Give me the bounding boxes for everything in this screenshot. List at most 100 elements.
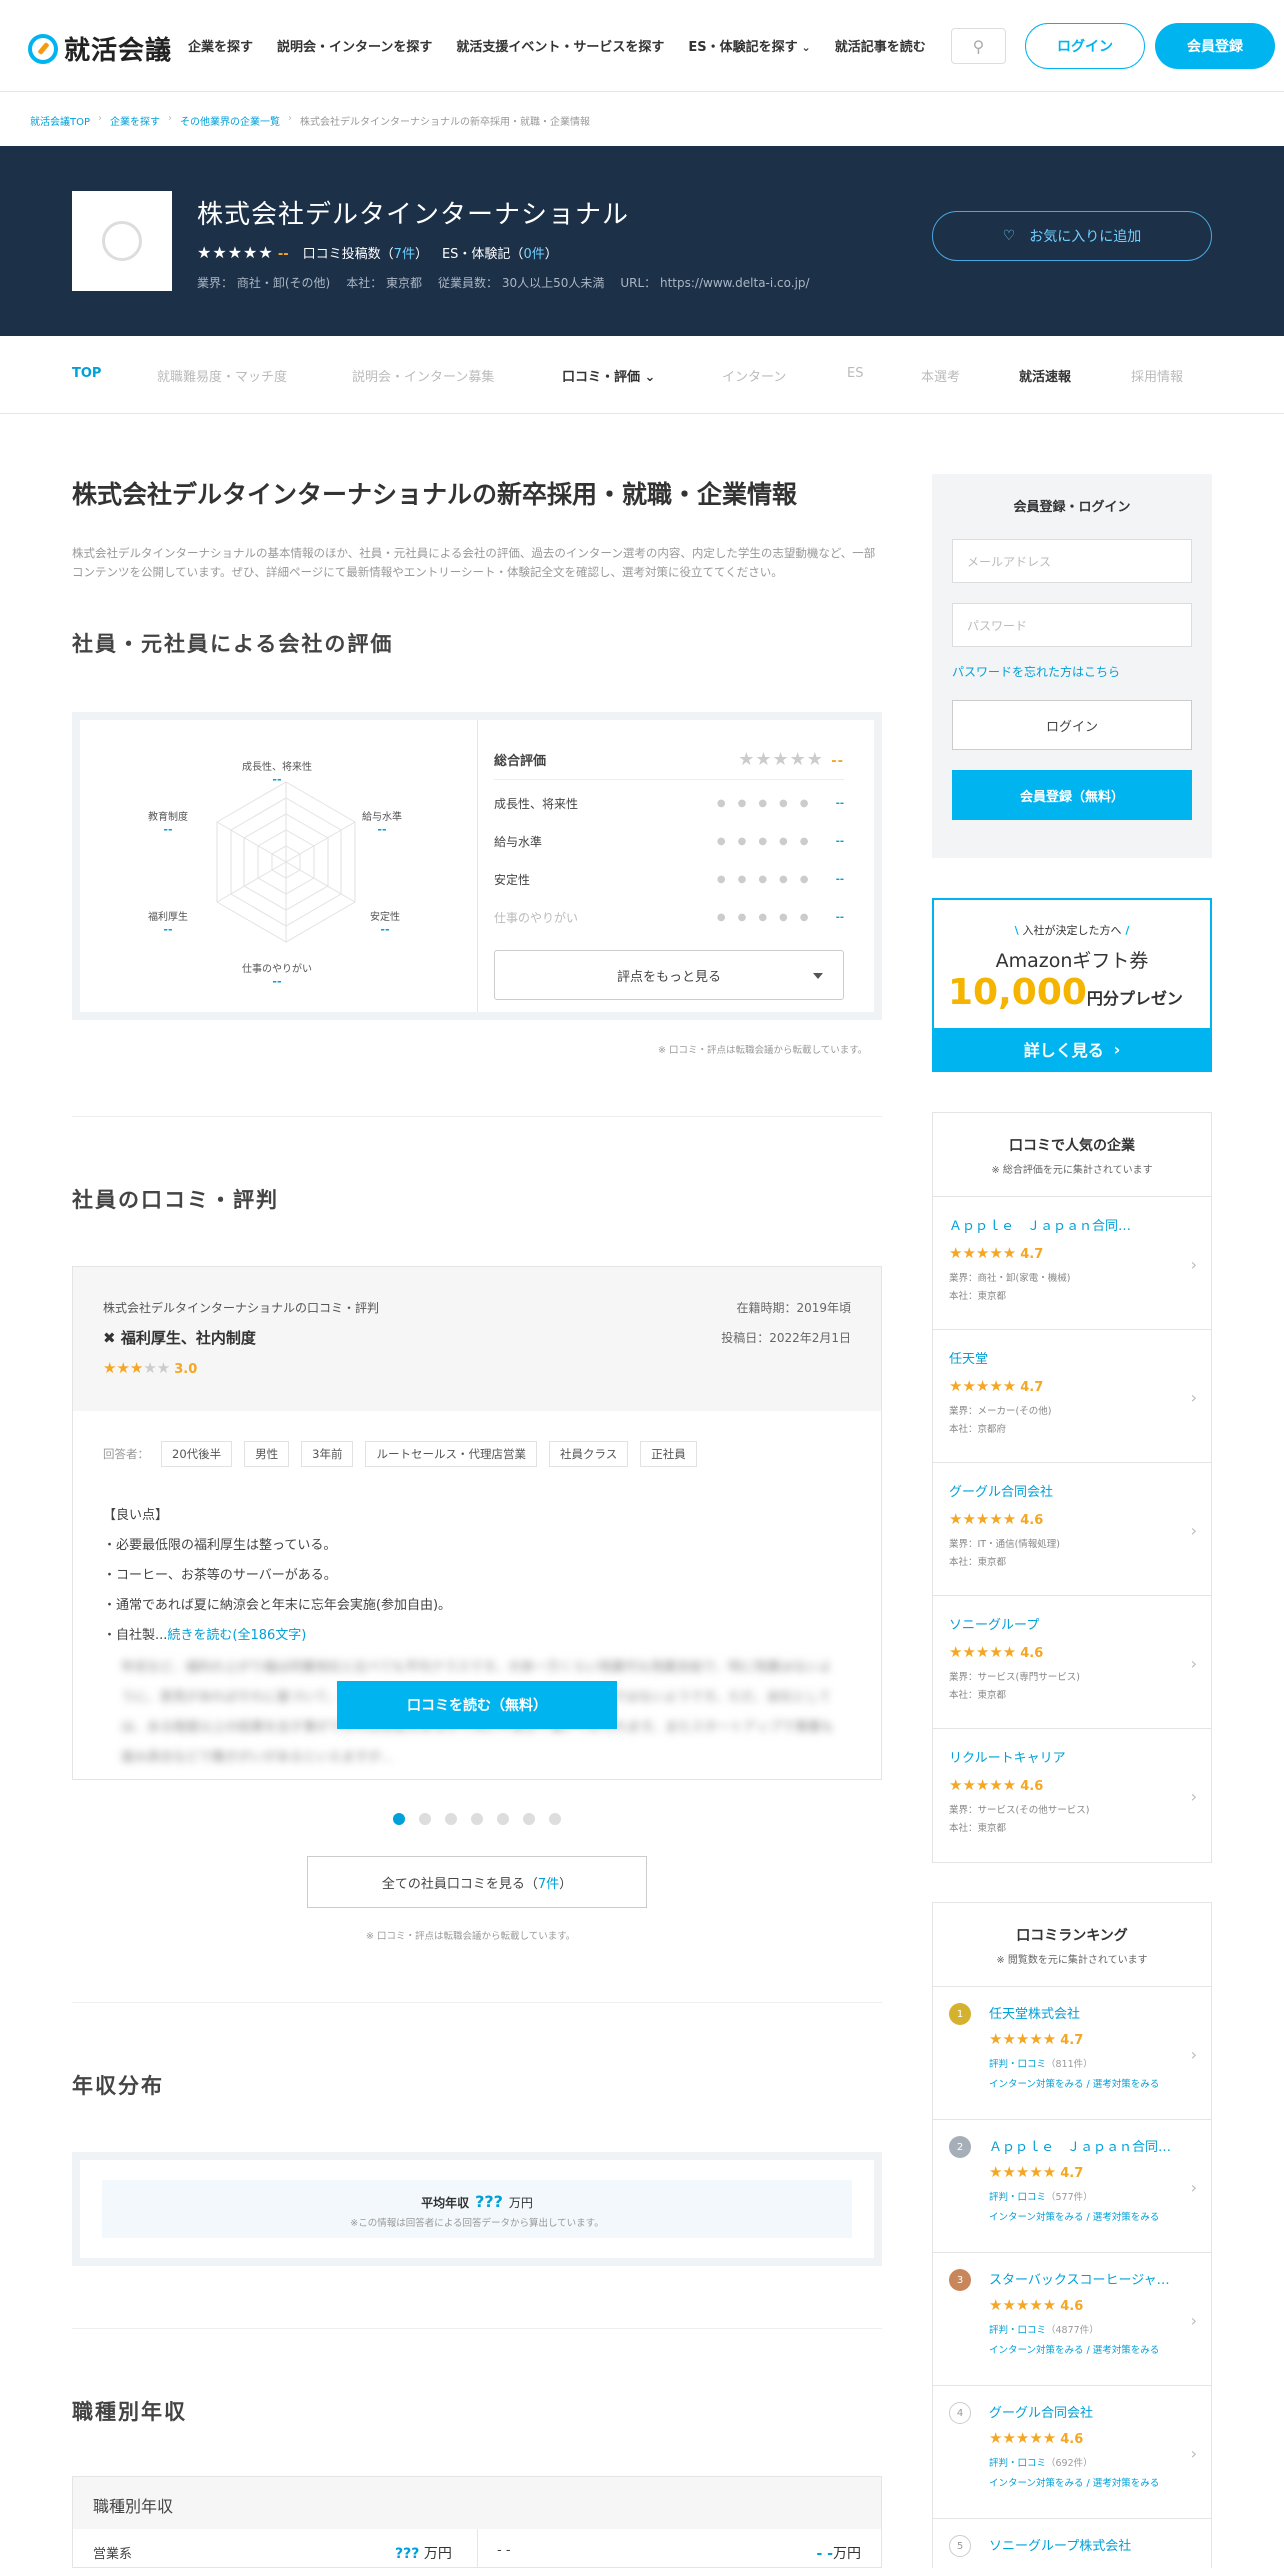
favorite-button[interactable]: ♡ お気に入りに追加 [932, 211, 1212, 261]
score-row: 仕事のやりがい ●●●●● -- [494, 910, 844, 925]
pager-dot[interactable] [393, 1813, 405, 1825]
login-button[interactable]: ログイン [1025, 23, 1145, 69]
pager-dot[interactable] [419, 1813, 431, 1825]
chevron-right-icon: › [1113, 1039, 1121, 1059]
breadcrumb-companies[interactable]: 企業を探す [110, 113, 160, 128]
tab-recruit[interactable]: 採用情報 [1131, 366, 1183, 385]
pager-dot[interactable] [549, 1813, 561, 1825]
list-item[interactable]: Ａｐｐｌｅ Ｊａｐａｎ合同… ★★★★★ 4.7 業界：商社・卸(家電・機械) 本… [933, 1197, 1211, 1330]
chevron-right-icon: › [1190, 1521, 1197, 1540]
list-item[interactable]: 4 グーグル合同会社 ★★★★★ 4.6 評判・口コミ（692件） インターン対策… [933, 2386, 1211, 2519]
company-tabs: TOP 就職難易度・マッチ度 説明会・インターン募集 口コミ・評価 ⌄ インター… [0, 336, 1284, 414]
chevron-right-icon: › [1190, 1388, 1197, 1407]
tab-seminars[interactable]: 説明会・インターン募集 [352, 366, 494, 385]
list-item[interactable]: 任天堂 ★★★★★ 4.7 業界：メーカー(その他) 本社：京都府 › [933, 1330, 1211, 1463]
search-button[interactable]: ⚲ [951, 28, 1006, 64]
review-heading: 社員の口コミ・評判 [72, 1188, 279, 1212]
list-item[interactable]: 2 Ａｐｐｌｅ Ｊａｐａｎ合同… ★★★★★ 4.7 評判・口コミ（577件） イ… [933, 2120, 1211, 2253]
sidebar-register-button[interactable]: 会員登録（無料） [952, 770, 1192, 820]
rank-badge: 2 [949, 2136, 971, 2158]
read-review-button[interactable]: 口コミを読む（無料） [337, 1681, 617, 1729]
star-rating-icon: ★★★★★ 4.6 [949, 1643, 1044, 1661]
score-row: 安定性 ●●●●● -- [494, 872, 844, 887]
chevron-right-icon: › [1190, 1787, 1197, 1806]
tab-news[interactable]: 就活速報 [1019, 366, 1071, 385]
amazon-gift-banner[interactable]: 入社が決定した方へ Amazonギフト券 10,000円分プレゼント！ 詳しく見… [932, 898, 1212, 1072]
chevron-right-icon: › [1190, 1654, 1197, 1673]
job-income-table: 職種別年収 営業系 ??? 万円 - - - -万円 [72, 2476, 882, 2568]
company-rating: ★★★★★ -- [197, 243, 289, 262]
radar-label-worth: 仕事のやりがい -- [242, 964, 312, 988]
heart-icon: ♡ [1002, 228, 1016, 244]
chevron-right-icon: › [1190, 2178, 1197, 2197]
rank-badge: 1 [949, 2003, 971, 2025]
breadcrumb-top[interactable]: 就活会議TOP [30, 113, 90, 128]
ranking-title: 口コミランキング [1016, 1928, 1128, 1944]
review-posted: 投稿日：2022年2月1日 [721, 1331, 851, 1345]
job-income-heading: 職種別年収 [72, 2400, 187, 2424]
company-stats: ★★★★★ -- 口コミ投稿数（7件） ES・体験記（0件） [197, 243, 558, 262]
more-scores-button[interactable]: 評点をもっと見る [494, 950, 844, 1000]
nav-articles[interactable]: 就活記事を読む [835, 36, 926, 55]
chip: 3年前 [301, 1441, 354, 1467]
es-count[interactable]: ES・体験記（0件） [442, 243, 558, 262]
respondent-chips: 回答者： 20代後半 男性 3年前 ルートセールス・代理店営業 社員クラス 正社… [103, 1441, 697, 1467]
breadcrumb-separator-icon: › [168, 113, 173, 124]
site-header: 就活会議 企業を探す 説明会・インターンを探す 就活支援イベント・サービスを探す… [0, 0, 1284, 92]
nav-companies[interactable]: 企業を探す [188, 36, 253, 55]
nav-seminars[interactable]: 説明会・インターンを探す [277, 36, 432, 55]
pager-dot[interactable] [497, 1813, 509, 1825]
list-item[interactable]: リクルートキャリア ★★★★★ 4.6 業界：サービス(その他サービス) 本社：東… [933, 1729, 1211, 1862]
star-rating-icon: ★★★★★ [197, 243, 274, 262]
score-dots: ●●●●● -- [716, 797, 844, 809]
read-more-link[interactable]: 続きを読む(全186文字) [167, 1628, 306, 1643]
tab-es[interactable]: ES [847, 366, 863, 381]
company-hq: 本社： 東京都 [346, 276, 423, 290]
company-logo [72, 191, 172, 291]
register-button[interactable]: 会員登録 [1155, 23, 1275, 69]
review-body: 【良い点】 ・必要最低限の福利厚生は整っている。 ・コーヒー、お茶等のサーバーが… [103, 1508, 452, 1643]
tab-difficulty[interactable]: 就職難易度・マッチ度 [157, 366, 287, 385]
rank-badge: 5 [949, 2535, 971, 2557]
tab-top[interactable]: TOP [72, 366, 101, 381]
list-item[interactable]: 3 スターバックスコーヒージャ… ★★★★★ 4.6 評判・口コミ（4877件） … [933, 2253, 1211, 2386]
forgot-password-link[interactable]: パスワードを忘れた方はこちら [952, 663, 1192, 680]
password-field[interactable]: パスワード [952, 603, 1192, 647]
divider [72, 2002, 882, 2003]
breadcrumb-separator-icon: › [98, 113, 103, 124]
login-panel: 会員登録・ログイン メールアドレス パスワード パスワードを忘れた方はこちら ロ… [932, 474, 1212, 858]
popular-title: 口コミで人気の企業 [1009, 1138, 1135, 1154]
tab-intern[interactable]: インターン [722, 366, 786, 385]
eval-heading: 社員・元社員による会社の評価 [72, 632, 394, 656]
logo-placeholder-icon [102, 221, 142, 261]
banner-button[interactable]: 詳しく見る › [934, 1028, 1210, 1070]
tab-selection[interactable]: 本選考 [921, 366, 960, 385]
list-item[interactable]: 5 ソニーグループ株式会社 [933, 2519, 1211, 2568]
review-period: 在籍時期：2019年頃 [736, 1301, 851, 1315]
pager-dot[interactable] [445, 1813, 457, 1825]
breadcrumb-industry[interactable]: その他業界の企業一覧 [180, 113, 280, 128]
list-item[interactable]: グーグル合同会社 ★★★★★ 4.6 業界：IT・通信(情報処理) 本社：東京都 … [933, 1463, 1211, 1596]
nav-es[interactable]: ES・体験記を探す [688, 36, 810, 55]
source-note: ※ 口コミ・評点は転職会議から転載しています。 [366, 1931, 576, 1942]
radar-label-growth: 成長性、将来性 -- [242, 762, 312, 786]
pager-dot[interactable] [471, 1813, 483, 1825]
pager-dot[interactable] [523, 1813, 535, 1825]
sidebar-login-button[interactable]: ログイン [952, 700, 1192, 750]
banner-line1: 入社が決定した方へ [934, 922, 1210, 938]
radar-chart: 成長性、将来性 -- 給与水準 -- 安定性 -- 仕事のやりがい -- 福利厚生 -- … [80, 720, 478, 1012]
site-logo[interactable]: 就活会議 [28, 30, 172, 67]
all-reviews-button[interactable]: 全ての社員口コミを見る（ 7件） [307, 1856, 647, 1908]
category-icon: ✖ [103, 1329, 116, 1347]
tab-reviews[interactable]: 口コミ・評価 ⌄ [562, 366, 655, 385]
review-category: ✖ 福利厚生、社内制度 [103, 1329, 256, 1347]
star-rating-icon: ★★★★★ 4.7 [949, 1244, 1044, 1262]
score-dots: ●●●●● -- [716, 835, 844, 847]
list-item[interactable]: ソニーグループ ★★★★★ 4.6 業界：サービス(専門サービス) 本社：東京都 … [933, 1596, 1211, 1729]
rank-badge: 4 [949, 2402, 971, 2424]
list-item[interactable]: 1 任天堂株式会社 ★★★★★ 4.7 評判・口コミ（811件） インターン対策を… [933, 1987, 1211, 2120]
nav-events[interactable]: 就活支援イベント・サービスを探す [456, 36, 664, 55]
company-url[interactable]: URL： https://www.delta-i.co.jp/ [620, 274, 809, 291]
review-count[interactable]: 口コミ投稿数（7件） [303, 243, 428, 262]
email-field[interactable]: メールアドレス [952, 539, 1192, 583]
